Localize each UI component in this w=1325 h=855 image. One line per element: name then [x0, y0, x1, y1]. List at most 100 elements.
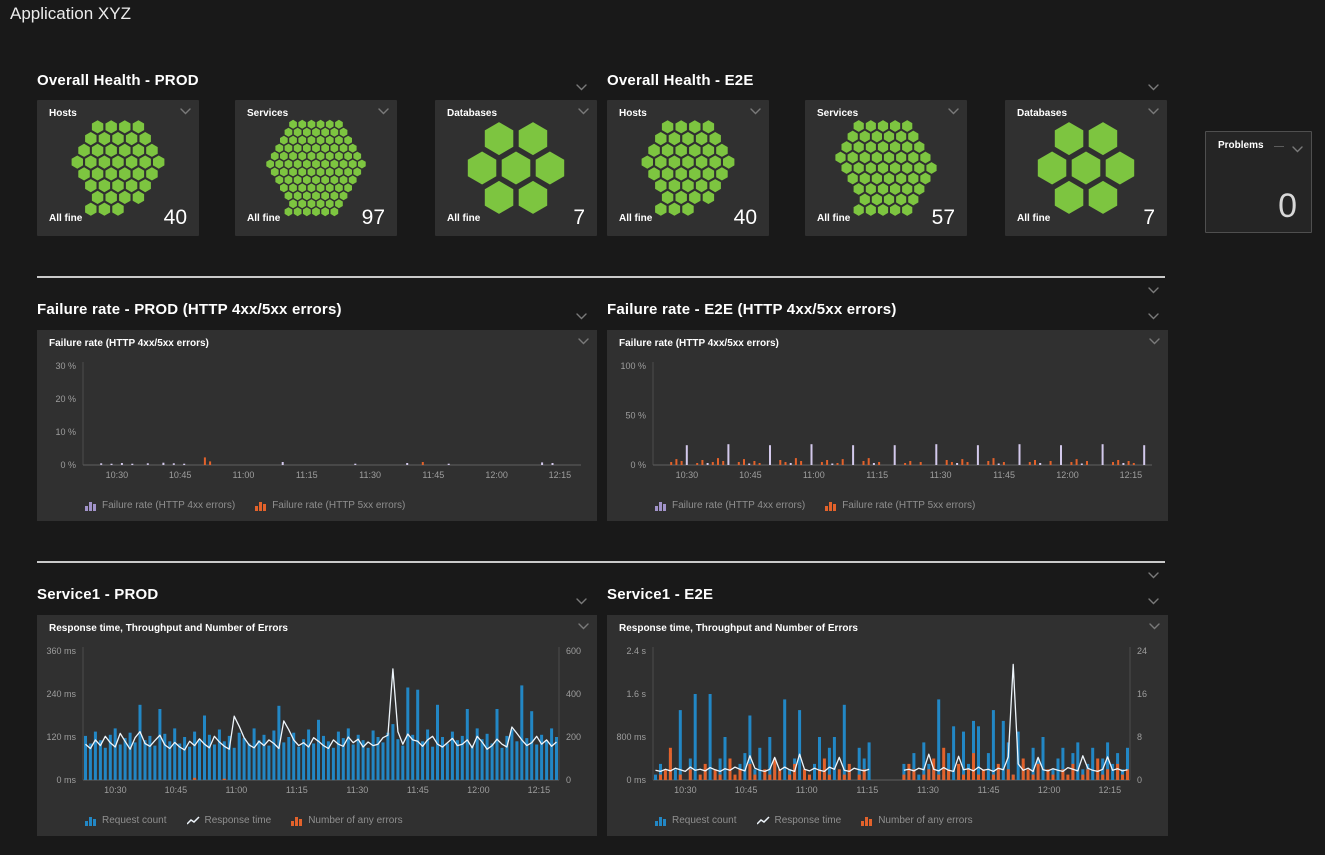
legend-item[interactable]: Failure rate (HTTP 5xx errors): [255, 500, 405, 511]
legend-item[interactable]: Response time: [187, 815, 272, 826]
axis-label: 11:45: [993, 470, 1015, 480]
tile-count: 7: [1143, 206, 1155, 230]
tile-status: All fine: [49, 213, 82, 224]
legend-item[interactable]: Failure rate (HTTP 4xx errors): [85, 500, 235, 511]
health-tile-databases-e2e[interactable]: DatabasesAll fine7: [1005, 100, 1167, 236]
chevron-down-icon[interactable]: [576, 592, 587, 610]
chart-legend: Failure rate (HTTP 4xx errors) Failure ra…: [655, 500, 975, 511]
legend-label: Request count: [672, 815, 737, 826]
axis-label: 11:15: [856, 785, 878, 795]
section-title-failure-prod: Failure rate - PROD (HTTP 4xx/5xx errors…: [37, 301, 342, 318]
chevron-down-icon[interactable]: [576, 84, 587, 91]
axis-label: 10:45: [169, 470, 192, 480]
axis-label: 11:00: [225, 785, 247, 795]
chevron-down-icon[interactable]: [1148, 78, 1159, 96]
chart-title: Response time, Throughput and Number of …: [49, 623, 288, 634]
chart-legend: Request count Response time Number of any …: [655, 815, 973, 826]
chevron-down-icon[interactable]: [1149, 338, 1160, 345]
problems-dash: [1274, 146, 1284, 147]
legend-label: Number of any errors: [878, 815, 972, 826]
chart-tile-failure-e2e[interactable]: Failure rate (HTTP 4xx/5xx errors)0 %50 …: [607, 330, 1168, 521]
chevron-down-icon[interactable]: [1148, 287, 1159, 294]
axis-label: 100 %: [620, 361, 646, 371]
legend-label: Response time: [775, 815, 842, 826]
axis-label: 10 %: [55, 427, 76, 437]
chevron-down-icon[interactable]: [1148, 592, 1159, 610]
axis-label: 10:30: [106, 470, 129, 480]
axis-label: 10:45: [165, 785, 188, 795]
legend-item[interactable]: Failure rate (HTTP 5xx errors): [825, 500, 975, 511]
legend-label: Failure rate (HTTP 4xx errors): [672, 500, 805, 511]
chart-title: Failure rate (HTTP 4xx/5xx errors): [49, 338, 209, 349]
health-tile-services-prod[interactable]: ServicesAll fine97: [235, 100, 397, 236]
tile-count: 40: [164, 206, 187, 230]
page-title: Application XYZ: [10, 4, 131, 24]
axis-label: 10:45: [739, 470, 762, 480]
axis-label: 2.4 s: [626, 646, 646, 656]
chart-tile-service-prod[interactable]: Response time, Throughput and Number of …: [37, 615, 597, 836]
chevron-down-icon[interactable]: [1148, 84, 1159, 91]
chevron-down-icon[interactable]: [180, 108, 191, 115]
chevron-down-icon[interactable]: [1292, 140, 1303, 158]
legend-item[interactable]: Number of any errors: [291, 815, 402, 826]
honeycomb-chart: [435, 116, 597, 220]
health-tile-hosts-e2e[interactable]: HostsAll fine40: [607, 100, 769, 236]
chevron-down-icon[interactable]: [1148, 281, 1159, 299]
chevron-down-icon[interactable]: [1148, 598, 1159, 605]
chevron-down-icon[interactable]: [1148, 307, 1159, 325]
axis-label: 11:00: [803, 470, 825, 480]
problems-label: Problems: [1218, 140, 1264, 151]
axis-label: 20 %: [55, 394, 76, 404]
chevron-down-icon[interactable]: [576, 598, 587, 605]
chevron-down-icon[interactable]: [1148, 566, 1159, 584]
legend-item[interactable]: Request count: [655, 815, 737, 826]
legend-item[interactable]: Failure rate (HTTP 4xx errors): [655, 500, 805, 511]
chart-plot-area: 0 ms120 ms240 ms360 ms020040060010:3010:…: [37, 641, 597, 804]
axis-label: 0 ms: [626, 775, 646, 785]
chevron-down-icon[interactable]: [1148, 108, 1159, 115]
axis-label: 12:00: [485, 470, 508, 480]
tile-status: All fine: [447, 213, 480, 224]
axis-label: 10:30: [104, 785, 127, 795]
chevron-down-icon[interactable]: [948, 108, 959, 115]
chevron-down-icon[interactable]: [1148, 572, 1159, 579]
chevron-down-icon[interactable]: [576, 307, 587, 325]
axis-label: 11:30: [917, 785, 939, 795]
axis-label: 12:00: [467, 785, 490, 795]
axis-label: 50 %: [625, 411, 646, 421]
axis-label: 11:30: [930, 470, 952, 480]
chart-tile-failure-prod[interactable]: Failure rate (HTTP 4xx/5xx errors)0 %10 …: [37, 330, 597, 521]
chevron-down-icon[interactable]: [576, 78, 587, 96]
chevron-down-icon[interactable]: [576, 313, 587, 320]
dashboard: Application XYZ Overall Health - PROD Ov…: [0, 0, 1325, 855]
legend-item[interactable]: Response time: [757, 815, 842, 826]
axis-label: 10:45: [735, 785, 758, 795]
chevron-down-icon[interactable]: [578, 108, 589, 115]
axis-label: 0 %: [630, 460, 646, 470]
chevron-down-icon[interactable]: [578, 338, 589, 345]
axis-label: 400: [566, 689, 581, 699]
chevron-down-icon[interactable]: [378, 108, 389, 115]
section-divider: [37, 276, 1165, 278]
section-title-service-e2e: Service1 - E2E: [607, 586, 713, 603]
problems-tile[interactable]: Problems 0: [1205, 131, 1312, 233]
chevron-down-icon[interactable]: [1149, 623, 1160, 630]
legend-item[interactable]: Number of any errors: [861, 815, 972, 826]
health-tile-hosts-prod[interactable]: HostsAll fine40: [37, 100, 199, 236]
axis-label: 30 %: [55, 361, 76, 371]
axis-label: 8: [1137, 732, 1142, 742]
tile-count: 7: [573, 206, 585, 230]
health-tile-services-e2e[interactable]: ServicesAll fine57: [805, 100, 967, 236]
axis-label: 0: [566, 775, 571, 785]
chevron-down-icon[interactable]: [578, 623, 589, 630]
axis-label: 11:30: [359, 470, 381, 480]
chevron-down-icon[interactable]: [1292, 146, 1303, 153]
chart-tile-service-e2e[interactable]: Response time, Throughput and Number of …: [607, 615, 1168, 836]
health-tile-databases-prod[interactable]: DatabasesAll fine7: [435, 100, 597, 236]
axis-label: 12:15: [1120, 470, 1143, 480]
legend-item[interactable]: Request count: [85, 815, 167, 826]
line-series-icon: [187, 816, 200, 826]
chevron-down-icon[interactable]: [750, 108, 761, 115]
chevron-down-icon[interactable]: [1148, 313, 1159, 320]
legend-label: Response time: [205, 815, 272, 826]
